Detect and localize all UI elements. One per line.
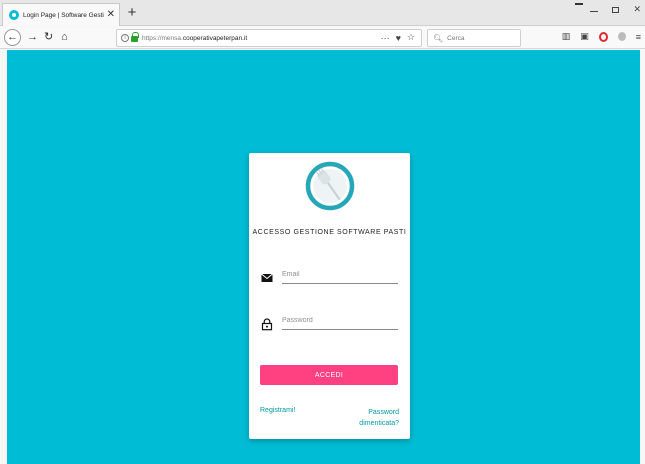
- sidebar-icon[interactable]: ▣: [580, 31, 589, 42]
- register-link[interactable]: Registrami!: [260, 407, 295, 414]
- url-actions: ··· ♥ ☆: [381, 32, 415, 43]
- tab-title: Login Page | Software Gestione: [23, 11, 104, 19]
- close-window-icon[interactable]: ✕: [633, 4, 641, 15]
- library-icon[interactable]: ▥: [562, 31, 571, 42]
- login-card: ACCESSO GESTIONE SOFTWARE PASTI ACCEDI R…: [249, 153, 410, 439]
- tab-bar: Login Page | Software Gestione ✕ + ✕: [0, 0, 645, 26]
- window-controls: ✕: [590, 4, 641, 15]
- lock-icon: [131, 32, 139, 42]
- toolbar-icons: ▥ ▣ ≡: [562, 31, 641, 42]
- search-icon: 🔍︎: [433, 33, 444, 43]
- tab-overflow-icon[interactable]: [575, 3, 583, 5]
- login-button[interactable]: ACCEDI: [260, 365, 398, 385]
- info-icon[interactable]: i: [121, 34, 129, 42]
- home-icon[interactable]: ⌂: [61, 30, 68, 45]
- reload-icon[interactable]: ↻: [44, 30, 53, 45]
- forgot-password-line1: Password: [368, 409, 399, 416]
- minimize-icon[interactable]: [590, 11, 599, 12]
- opera-icon[interactable]: [598, 31, 608, 42]
- fork-plate-logo-icon: [305, 161, 355, 211]
- restore-icon[interactable]: [612, 6, 620, 13]
- password-field[interactable]: [282, 312, 398, 330]
- pocket-icon[interactable]: ♥: [396, 33, 401, 43]
- new-tab-button[interactable]: +: [125, 4, 139, 22]
- extension-icon[interactable]: [617, 32, 626, 41]
- tab-close-icon[interactable]: ✕: [107, 10, 115, 20]
- back-icon[interactable]: ←: [4, 29, 21, 46]
- page-background: ACCESSO GESTIONE SOFTWARE PASTI ACCEDI R…: [7, 50, 640, 464]
- navigation-bar: ← → ↻ ⌂ i https://mensa.cooperativapeter…: [0, 27, 645, 49]
- password-row: [261, 312, 401, 334]
- email-field[interactable]: [282, 266, 398, 284]
- favicon-icon: [9, 10, 19, 20]
- search-input[interactable]: [447, 34, 518, 42]
- envelope-icon: [261, 273, 273, 282]
- forgot-password-line2: dimenticata?: [359, 420, 399, 427]
- forgot-password-link[interactable]: Password dimenticata?: [339, 407, 399, 429]
- page-actions-icon[interactable]: ···: [381, 33, 390, 43]
- url-bar[interactable]: i https://mensa.cooperativapeterpan.it ·…: [116, 29, 422, 47]
- menu-icon[interactable]: ≡: [636, 32, 641, 42]
- email-row: [261, 266, 401, 288]
- search-bar[interactable]: 🔍︎: [427, 29, 521, 47]
- padlock-icon: [261, 318, 273, 331]
- bookmark-star-icon[interactable]: ☆: [407, 32, 415, 43]
- browser-tab[interactable]: Login Page | Software Gestione ✕: [2, 3, 120, 26]
- login-title: ACCESSO GESTIONE SOFTWARE PASTI: [252, 229, 407, 236]
- forward-icon[interactable]: →: [27, 30, 38, 45]
- url-text[interactable]: https://mensa.cooperativapeterpan.it: [142, 35, 247, 42]
